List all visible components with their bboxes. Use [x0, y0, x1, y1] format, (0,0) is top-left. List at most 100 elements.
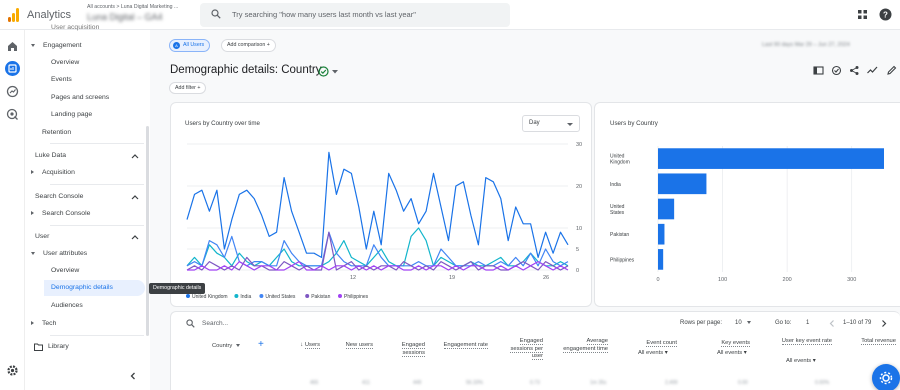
advertising-icon[interactable]	[5, 107, 20, 122]
settings-icon[interactable]	[5, 363, 20, 378]
share-icon[interactable]	[849, 65, 860, 76]
bar[interactable]	[658, 223, 665, 245]
legend-swatch	[186, 294, 190, 298]
date-range-picker[interactable]: Last 90 days Mar 29 – Jun 27, 2024	[762, 42, 850, 48]
line-chart[interactable]: 0 5 10 20 30 12 19 26 United Kingdom India United …	[170, 102, 592, 307]
help-icon[interactable]: ?	[879, 8, 892, 21]
expand-icon	[31, 170, 34, 175]
total-cell: 1m 35s	[590, 380, 607, 386]
chevron-up-icon[interactable]	[131, 153, 139, 159]
sidebar-group-engagement[interactable]: Engagement	[31, 42, 82, 49]
col-header-engaged-sessions[interactable]: Engaged sessions	[383, 342, 425, 357]
y-tick-label: 30	[576, 142, 582, 148]
sidebar-group-user-attributes[interactable]: User attributes	[31, 250, 87, 257]
collapse-sidebar-icon[interactable]	[129, 372, 137, 380]
reports-icon[interactable]	[5, 61, 20, 76]
explore-icon[interactable]	[5, 84, 20, 99]
bar[interactable]	[658, 198, 675, 220]
dropdown-arrow-icon	[746, 320, 751, 324]
all-users-chip[interactable]: A All Users	[169, 39, 211, 52]
legend-swatch	[234, 294, 239, 298]
col-header-engagement-rate[interactable]: Engagement rate	[440, 342, 488, 350]
sidebar-item-audiences[interactable]: Audiences	[51, 302, 83, 309]
property-selector[interactable]: Luna Digital – GA4	[87, 12, 163, 22]
series-line[interactable]	[186, 227, 569, 267]
legend-label[interactable]: India	[240, 294, 251, 300]
sidebar-item-engagement-overview[interactable]: Overview	[51, 59, 79, 66]
col-header-user-key-event-rate[interactable]: User key event rate	[780, 338, 832, 346]
sidebar-scrollbar[interactable]	[146, 126, 149, 336]
sort-desc-icon: ↓	[300, 342, 304, 348]
sidebar-item-acquisition[interactable]: Acquisition	[31, 169, 75, 176]
col-header-engaged-sessions-per-user[interactable]: Engaged sessions per user	[505, 338, 543, 361]
avatar: A	[173, 42, 180, 49]
col-header-key-events[interactable]: Key events	[700, 340, 750, 348]
col-header-new-users[interactable]: New users	[335, 342, 373, 350]
legend-label[interactable]: United Kingdom	[192, 294, 228, 300]
search-icon	[186, 319, 195, 328]
search-placeholder: Try searching "how many users last month…	[232, 10, 416, 19]
sidebar-item-events[interactable]: Events	[51, 76, 72, 83]
sparkle-icon	[879, 371, 893, 385]
svg-text:?: ?	[883, 11, 888, 20]
sidebar-item-user-overview[interactable]: Overview	[51, 267, 79, 274]
apps-grid-icon[interactable]	[856, 8, 869, 21]
bar[interactable]	[658, 249, 664, 270]
search-bar[interactable]: Try searching "how many users last month…	[200, 3, 510, 27]
legend-label[interactable]: Pakistan	[311, 294, 330, 300]
insights-fab[interactable]	[872, 364, 900, 390]
check-circle-icon[interactable]	[318, 66, 329, 77]
event-filter-select[interactable]: All events ▾	[638, 350, 668, 356]
sidebar-item-search-console[interactable]: Search Console	[31, 210, 90, 217]
bar[interactable]	[658, 148, 884, 169]
col-header-users[interactable]: ↓ Users	[284, 342, 320, 350]
col-header-avg-engagement-time[interactable]: Average engagement time	[563, 338, 608, 353]
col-header-total-revenue[interactable]: Total revenue	[850, 338, 896, 346]
sidebar-section-user[interactable]: User	[35, 233, 49, 240]
sidebar-item-retention[interactable]: Retention	[42, 129, 71, 136]
add-dimension-button[interactable]: +	[258, 339, 264, 350]
chevron-up-icon[interactable]	[131, 234, 139, 240]
table-search-input[interactable]: Search...	[202, 320, 228, 327]
sidebar-item-user-acquisition[interactable]: User acquisition	[51, 24, 99, 31]
sidebar-item-pages-and-screens[interactable]: Pages and screens	[51, 94, 109, 101]
rows-per-page-label: Rows per page:	[680, 320, 723, 326]
analytics-logo[interactable]	[8, 8, 20, 22]
chevron-up-icon[interactable]	[131, 194, 139, 200]
legend-label[interactable]: United States	[265, 294, 296, 300]
sidebar-section-search-console[interactable]: Search Console	[35, 193, 83, 200]
app-name: Analytics	[27, 9, 72, 21]
category-label: India	[610, 182, 621, 188]
caret-down-icon[interactable]	[332, 70, 338, 74]
rows-per-page-select[interactable]: 10	[735, 320, 751, 326]
sidebar-section-luke-data[interactable]: Luke Data	[35, 152, 66, 159]
legend-label[interactable]: Philippines	[344, 294, 369, 300]
account-breadcrumb[interactable]: All accounts > Luna Digital Marketing ..…	[87, 4, 178, 10]
edit-icon[interactable]	[886, 65, 897, 76]
compare-layout-icon[interactable]	[813, 65, 824, 76]
y-tick-label: 10	[576, 226, 582, 232]
x-tick-label: 26	[543, 275, 549, 281]
sidebar-item-library[interactable]: Library	[48, 343, 69, 350]
sidebar-item-tech[interactable]: Tech	[31, 320, 56, 327]
goto-input[interactable]: 1	[806, 320, 809, 326]
key-event-filter-select[interactable]: All events ▾	[717, 350, 747, 356]
sidebar-item-demographic-details[interactable]: Demographic details	[51, 284, 113, 291]
key-event-rate-filter-select[interactable]: All events ▾	[786, 358, 816, 364]
goto-label: Go to:	[775, 320, 792, 326]
home-icon[interactable]	[5, 39, 20, 54]
x-tick-label: 0	[656, 277, 659, 283]
trend-icon[interactable]	[867, 65, 878, 76]
dimension-select[interactable]: Country	[212, 343, 241, 349]
total-cell: 411	[362, 380, 370, 386]
insights-icon[interactable]	[831, 65, 842, 76]
bar[interactable]	[658, 173, 707, 195]
col-header-event-count[interactable]: Event count	[625, 340, 677, 348]
add-comparison-button[interactable]: Add comparison +	[221, 39, 276, 52]
series-line[interactable]	[186, 151, 569, 258]
bar-chart[interactable]: 0 100 200 300 United Kingdom India United States…	[594, 102, 900, 307]
sidebar-item-landing-page[interactable]: Landing page	[51, 111, 92, 118]
next-page-icon[interactable]	[881, 320, 887, 327]
prev-page-icon[interactable]	[829, 320, 835, 327]
add-filter-button[interactable]: Add filter +	[169, 82, 207, 94]
